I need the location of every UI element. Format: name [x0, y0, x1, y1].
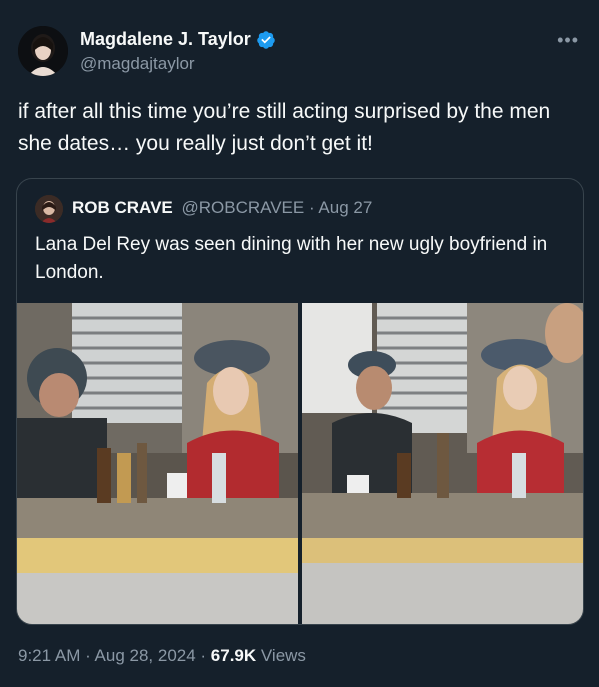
verified-badge-icon [256, 30, 275, 49]
author-avatar[interactable] [18, 26, 68, 76]
views-count: 67.9K [210, 646, 257, 665]
author-name-row[interactable]: Magdalene J. Taylor [80, 29, 276, 50]
author-name[interactable]: Magdalene J. Taylor [80, 29, 251, 50]
views-label: Views [256, 646, 306, 665]
quoted-author-name[interactable]: ROB CRAVE [72, 198, 173, 217]
tweet-text: if after all this time you’re still acti… [18, 100, 551, 155]
photo-right[interactable] [302, 303, 583, 624]
author-handle[interactable]: @magdajtaylor [80, 54, 195, 74]
photo-grid [17, 303, 583, 624]
quoted-author-avatar[interactable] [35, 195, 63, 223]
photo-left[interactable] [17, 303, 298, 624]
tweet-card: Magdalene J. Taylor @magdajtaylor ••• if… [0, 0, 599, 687]
tweet-meta: 9:21 AM · Aug 28, 2024 · 67.9K Views [18, 646, 306, 666]
timestamp[interactable]: 9:21 AM · Aug 28, 2024 · [18, 646, 211, 665]
more-icon[interactable]: ••• [557, 30, 579, 51]
quoted-tweet-text: Lana Del Rey was seen dining with her ne… [35, 234, 548, 283]
quoted-tweet[interactable]: ROB CRAVE @ROBCRAVEE · Aug 27 Lana Del R… [16, 178, 584, 625]
quoted-author-row[interactable]: ROB CRAVE @ROBCRAVEE · Aug 27 [72, 198, 372, 218]
quoted-handle-date[interactable]: @ROBCRAVEE · Aug 27 [181, 198, 372, 217]
